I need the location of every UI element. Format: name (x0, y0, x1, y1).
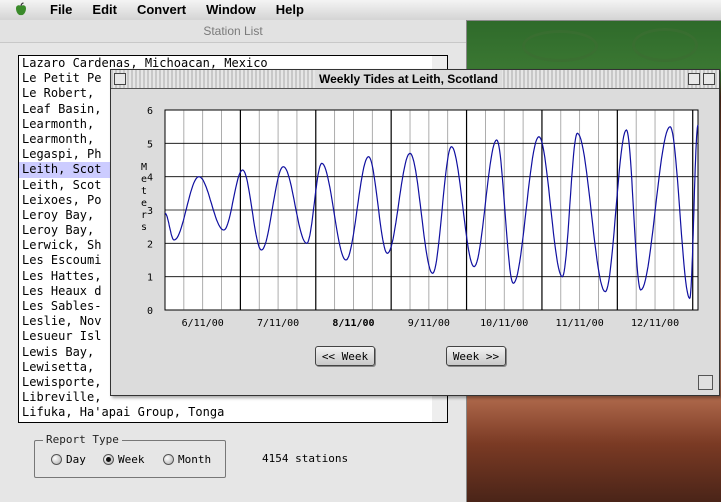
radio-month[interactable]: Month (163, 453, 211, 466)
tides-window-title: Weekly Tides at Leith, Scotland (315, 70, 502, 88)
apple-menu-icon[interactable] (10, 2, 32, 18)
report-type-legend: Report Type (43, 433, 122, 446)
x-tick-label: 10/11/00 (480, 318, 528, 329)
desktop-photo-ornament (522, 30, 598, 62)
x-tick-label: 11/11/00 (556, 318, 604, 329)
menu-help[interactable]: Help (266, 0, 314, 20)
y-tick-label: 0 (147, 306, 153, 317)
radio-day-indicator[interactable] (51, 454, 62, 465)
radio-week-label: Week (118, 453, 145, 466)
next-week-button[interactable]: Week >> (446, 346, 506, 366)
y-axis-label-letter: e (141, 174, 147, 185)
radio-month-label: Month (178, 453, 212, 466)
x-tick-label: 9/11/00 (408, 318, 450, 329)
radio-week[interactable]: Week (103, 453, 145, 466)
y-tick-label: 4 (147, 173, 153, 184)
x-tick-label: 8/11/00 (332, 318, 374, 329)
menu-edit[interactable]: Edit (82, 0, 127, 20)
desktop-photo-ornament (632, 28, 698, 62)
collapse-box-icon[interactable] (703, 73, 715, 85)
station-row[interactable]: Lighthouse Cove, Nova Scotia (19, 421, 433, 423)
menu-file[interactable]: File (40, 0, 82, 20)
tide-chart: 0 1 2 3 4 5 6 6/11/00 7/11/00 8/11/00 9/11/00 10/11… (141, 106, 699, 329)
weekly-tides-window: Weekly Tides at Leith, Scotland 0 1 2 3 4 5 6 6… (110, 69, 720, 396)
y-tick-label: 3 (147, 206, 153, 217)
y-axis-label-letter: M (141, 162, 147, 173)
station-list-title[interactable]: Station List (0, 20, 466, 43)
resize-grip-icon[interactable] (698, 375, 713, 390)
y-axis-label: Meters (141, 162, 147, 233)
tides-titlebar[interactable]: Weekly Tides at Leith, Scotland (111, 70, 719, 89)
x-tick-label: 7/11/00 (257, 318, 299, 329)
radio-day[interactable]: Day (51, 453, 86, 466)
y-axis-label-letter: e (141, 198, 147, 209)
tides-content: 0 1 2 3 4 5 6 6/11/00 7/11/00 8/11/00 9/11/00 10/11… (113, 90, 715, 392)
radio-week-indicator[interactable] (103, 454, 114, 465)
menu-convert[interactable]: Convert (127, 0, 196, 20)
y-axis-label-letter: t (141, 186, 147, 197)
y-tick-label: 2 (147, 239, 153, 250)
y-axis-label-letter: s (141, 222, 147, 233)
y-tick-label: 6 (147, 106, 153, 117)
close-box-icon[interactable] (114, 73, 126, 85)
menu-window[interactable]: Window (196, 0, 266, 20)
report-type-group: Report Type Day Week Month (34, 433, 226, 478)
radio-day-label: Day (66, 453, 86, 466)
prev-week-button[interactable]: << Week (315, 346, 375, 366)
x-tick-label: 6/11/00 (182, 318, 224, 329)
station-count: 4154 stations (262, 452, 349, 465)
x-tick-label: 12/11/00 (631, 318, 679, 329)
y-tick-label: 1 (147, 273, 153, 284)
menubar: File Edit Convert Window Help (0, 0, 721, 21)
y-axis-label-letter: r (141, 210, 147, 221)
station-row[interactable]: Lifuka, Ha'apai Group, Tonga (19, 405, 433, 420)
zoom-box-icon[interactable] (688, 73, 700, 85)
radio-month-indicator[interactable] (163, 454, 174, 465)
y-tick-label: 5 (147, 139, 153, 150)
